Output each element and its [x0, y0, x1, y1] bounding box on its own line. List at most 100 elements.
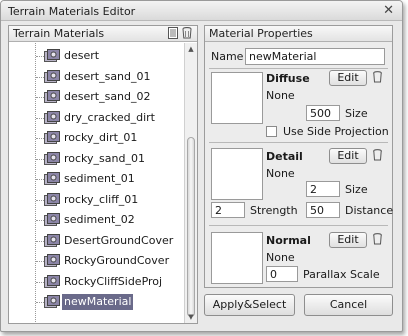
detail-strength-input[interactable]: 2	[211, 202, 245, 218]
diffuse-title: Diffuse	[266, 72, 310, 85]
material-list-item[interactable]: sediment_01	[9, 170, 184, 188]
material-icon	[44, 295, 60, 308]
material-list-item-label: sediment_02	[64, 213, 135, 226]
section-divider	[209, 225, 388, 226]
material-list-item[interactable]: desert_sand_01	[9, 68, 184, 86]
material-icon	[44, 254, 60, 267]
tree-connector	[36, 76, 44, 78]
tree-connector	[36, 56, 44, 57]
material-list-item[interactable]: newMaterial	[9, 293, 184, 311]
parallax-scale-input[interactable]: 0	[266, 266, 298, 282]
material-list-item[interactable]: RockyCliffSideProj	[9, 273, 184, 291]
tree-connector	[36, 240, 44, 242]
material-list-item[interactable]: RockyGroundCover	[9, 252, 184, 270]
material-list-item[interactable]: sediment_02	[9, 211, 184, 229]
scroll-down-arrow-icon[interactable]: ▼	[185, 311, 197, 323]
section-divider	[209, 142, 388, 143]
material-icon	[44, 69, 60, 83]
tree-connector	[36, 220, 44, 221]
normal-clear-icon[interactable]	[373, 233, 382, 245]
material-list[interactable]: desert desert_sand_01 desert_sand_02 dry_cr…	[9, 43, 184, 323]
title-bar[interactable]: Terrain Materials Editor ✕	[1, 1, 402, 21]
normal-edit-button[interactable]: Edit	[329, 232, 367, 248]
use-side-projection-label: Use Side Projection	[283, 125, 389, 138]
material-list-item-label: rocky_dirt_01	[64, 131, 138, 144]
tree-connector	[36, 117, 44, 119]
detail-distance-input[interactable]: 50	[306, 202, 340, 218]
detail-size-input[interactable]: 2	[306, 181, 340, 197]
material-icon	[44, 274, 60, 288]
detail-strength-label: Strength	[250, 204, 298, 217]
tree-connector	[36, 179, 44, 180]
material-properties-header: Material Properties	[205, 26, 392, 42]
material-list-item-label: sediment_01	[64, 172, 135, 185]
detail-distance-label: Distance	[345, 204, 394, 217]
material-list-item[interactable]: DesertGroundCover	[9, 232, 184, 250]
material-properties-panel: Material Properties Name newMaterial Dif…	[204, 25, 393, 288]
material-icon	[44, 172, 60, 185]
material-list-item-label: desert_sand_02	[64, 90, 151, 103]
material-list-item-label: RockyCliffSideProj	[64, 274, 163, 288]
material-properties-title: Material Properties	[209, 27, 313, 40]
cancel-button[interactable]: Cancel	[304, 294, 393, 316]
material-icon	[44, 192, 60, 206]
diffuse-size-label: Size	[345, 107, 368, 120]
material-list-item[interactable]: rocky_sand_01	[9, 150, 184, 168]
window-title: Terrain Materials Editor	[8, 5, 136, 18]
material-list-item-label: newMaterial	[62, 294, 134, 310]
material-icon	[44, 90, 60, 103]
scroll-up-arrow-icon[interactable]: ▲	[185, 43, 197, 55]
normal-preview[interactable]	[211, 232, 263, 284]
normal-texture-name: None	[266, 251, 295, 264]
material-list-item-label: desert_sand_01	[64, 69, 151, 83]
material-icon	[44, 49, 60, 62]
material-icon	[44, 110, 60, 124]
material-icon	[44, 151, 60, 165]
diffuse-texture-name: None	[266, 89, 295, 102]
material-list-scrollbar[interactable]: ▲ ▼	[184, 43, 197, 323]
material-list-item[interactable]: dry_cracked_dirt	[9, 109, 184, 127]
tree-connector	[36, 158, 44, 160]
scroll-thumb[interactable]	[187, 137, 195, 317]
tree-connector	[36, 138, 44, 139]
tree-connector	[36, 97, 44, 98]
name-label: Name	[211, 50, 244, 63]
new-material-icon[interactable]	[168, 27, 178, 39]
material-list-item[interactable]: rocky_dirt_01	[9, 129, 184, 147]
delete-material-icon[interactable]	[182, 27, 192, 39]
terrain-materials-header: Terrain Materials	[9, 26, 197, 42]
material-icon	[44, 233, 60, 247]
parallax-scale-label: Parallax Scale	[303, 268, 380, 281]
diffuse-clear-icon[interactable]	[373, 71, 382, 83]
detail-clear-icon[interactable]	[373, 149, 382, 161]
material-list-item-label: desert	[64, 49, 100, 62]
detail-preview[interactable]	[211, 148, 263, 200]
diffuse-size-input[interactable]: 500	[306, 105, 340, 121]
apply-select-button[interactable]: Apply&Select	[204, 294, 295, 316]
terrain-materials-panel: Terrain Materials desert desert_sand_01 de…	[8, 25, 198, 324]
material-list-item[interactable]: rocky_cliff_01	[9, 191, 184, 209]
material-list-item[interactable]: desert	[9, 47, 184, 65]
tree-connector	[36, 302, 44, 303]
material-icon	[44, 213, 60, 226]
detail-edit-button[interactable]: Edit	[329, 148, 367, 164]
detail-texture-name: None	[266, 167, 295, 180]
material-list-item-label: dry_cracked_dirt	[64, 110, 155, 124]
detail-size-label: Size	[345, 183, 368, 196]
normal-title: Normal	[266, 234, 311, 247]
tree-connector	[36, 199, 44, 201]
material-list-item[interactable]: desert_sand_02	[9, 88, 184, 106]
name-input[interactable]: newMaterial	[245, 48, 385, 65]
close-icon[interactable]: ✕	[383, 3, 394, 18]
terrain-materials-editor-window: Terrain Materials Editor ✕ Terrain Mater…	[0, 0, 403, 332]
material-icon	[44, 131, 60, 144]
diffuse-edit-button[interactable]: Edit	[329, 70, 367, 86]
terrain-materials-title: Terrain Materials	[13, 27, 105, 40]
use-side-projection-checkbox[interactable]	[266, 126, 277, 137]
material-list-item-label: rocky_cliff_01	[64, 192, 139, 206]
section-divider	[209, 68, 388, 69]
diffuse-preview[interactable]	[211, 72, 263, 124]
tree-connector	[36, 281, 44, 283]
tree-connector	[36, 261, 44, 262]
detail-title: Detail	[266, 150, 303, 163]
